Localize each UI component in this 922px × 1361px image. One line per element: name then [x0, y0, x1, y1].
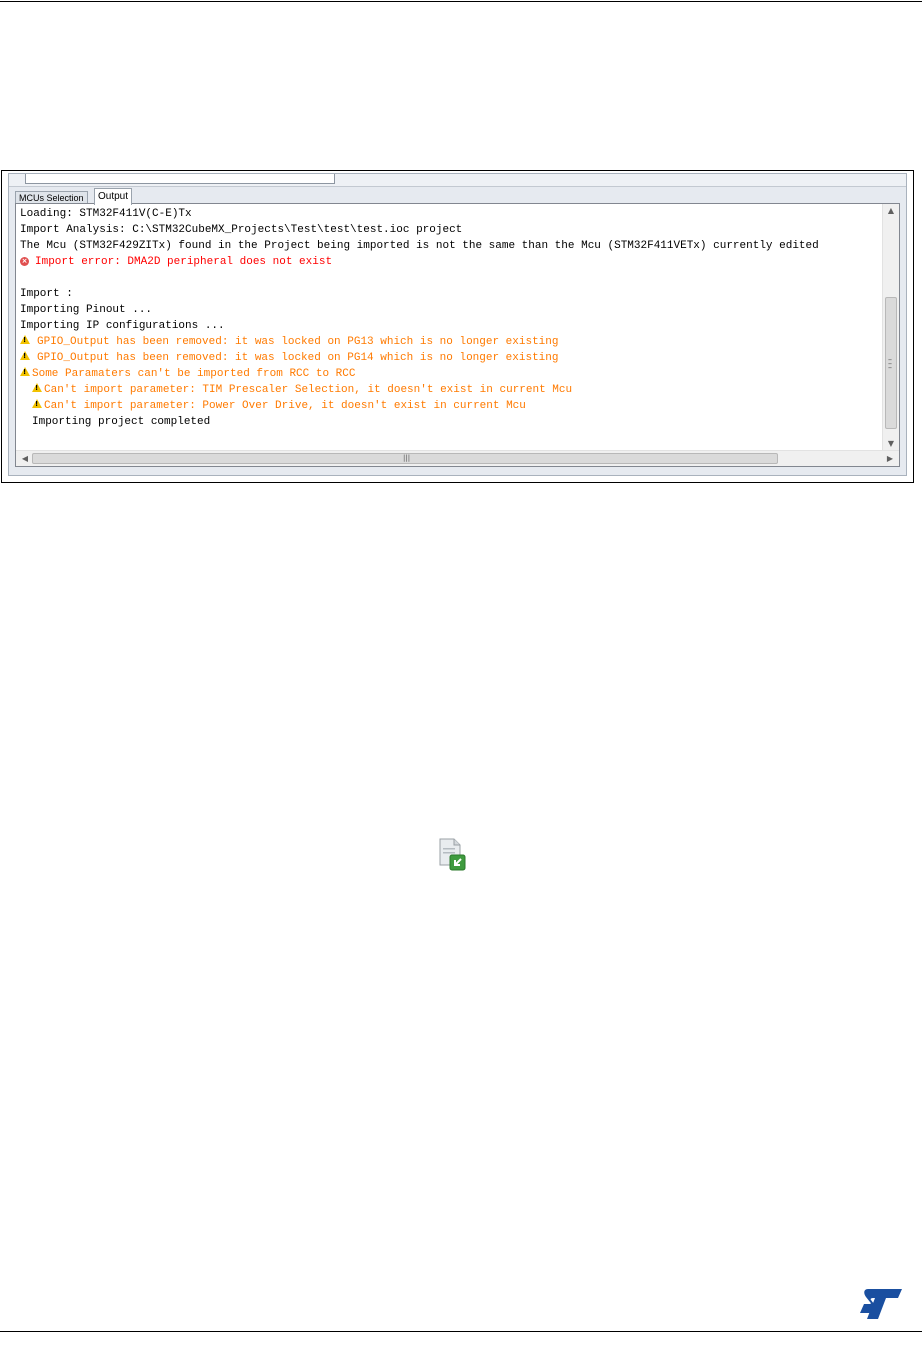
warning-icon: [20, 335, 30, 344]
output-window: MCUs Selection Output Loading: STM32F411…: [8, 173, 907, 476]
log-line-text: Import :: [20, 288, 73, 300]
log-line: Import :: [16, 286, 882, 302]
grip-icon: – – –: [888, 355, 892, 372]
output-log: Loading: STM32F411V(C-E)Tx Import Analysi…: [16, 204, 882, 451]
scroll-right-icon[interactable]: ▶: [883, 451, 897, 466]
warning-icon: [32, 399, 42, 408]
scroll-down-icon[interactable]: ▼: [883, 437, 899, 451]
log-line: Importing Pinout ...: [16, 302, 882, 318]
log-line-text: The Mcu (STM32F429ZITx) found in the Pro…: [20, 240, 819, 252]
log-line-text: GPIO_Output has been removed: it was loc…: [37, 336, 559, 348]
log-line: Loading: STM32F411V(C-E)Tx: [16, 206, 882, 222]
log-line: The Mcu (STM32F429ZITx) found in the Pro…: [16, 238, 882, 254]
log-line-text: Can't import parameter: TIM Prescaler Se…: [44, 384, 573, 396]
log-line-text: Import error: DMA2D peripheral does not …: [35, 256, 333, 268]
grip-icon: |||: [403, 454, 411, 462]
top-panel-strip: [9, 174, 906, 187]
truncated-field: [25, 174, 335, 184]
tab-bar: MCUs Selection Output: [9, 187, 906, 205]
log-line: × Import error: DMA2D peripheral does not…: [16, 254, 882, 270]
warning-icon: [20, 367, 30, 376]
output-panel: Loading: STM32F411V(C-E)Tx Import Analysi…: [15, 203, 900, 467]
log-line: Can't import parameter: TIM Prescaler Se…: [16, 382, 882, 398]
log-line-text: Importing IP configurations ...: [20, 320, 225, 332]
warning-icon: [32, 383, 42, 392]
warning-icon: [20, 351, 30, 360]
log-line-text: Import Analysis: C:\STM32CubeMX_Projects…: [20, 224, 463, 236]
scroll-left-icon[interactable]: ◀: [18, 451, 32, 466]
log-line: Some Paramaters can't be imported from R…: [16, 366, 882, 382]
vertical-scroll-thumb[interactable]: – – –: [885, 297, 897, 429]
scroll-up-icon[interactable]: ▲: [883, 204, 899, 218]
log-line-text: Can't import parameter: Power Over Drive…: [44, 400, 526, 412]
import-file-icon: [439, 838, 466, 871]
log-line: Importing project completed: [16, 414, 882, 430]
tab-output[interactable]: Output: [94, 188, 133, 205]
log-line-text: GPIO_Output has been removed: it was loc…: [37, 352, 559, 364]
screenshot-frame: MCUs Selection Output Loading: STM32F411…: [1, 170, 914, 483]
log-line: GPIO_Output has been removed: it was loc…: [16, 350, 882, 366]
log-line-text: Importing Pinout ...: [20, 304, 153, 316]
footer-rule: [0, 1331, 922, 1332]
log-line-text: Loading: STM32F411V(C-E)Tx: [20, 208, 192, 220]
error-icon: ×: [20, 257, 29, 266]
vertical-scrollbar[interactable]: ▲ – – – ▼: [882, 204, 899, 451]
log-line: Can't import parameter: Power Over Drive…: [16, 398, 882, 414]
horizontal-scrollbar[interactable]: ◀ ||| ▶: [16, 450, 899, 466]
log-line-text: Importing project completed: [32, 416, 211, 428]
header-rule: [0, 1, 922, 2]
horizontal-scroll-thumb[interactable]: |||: [32, 453, 778, 464]
log-line: Importing IP configurations ...: [16, 318, 882, 334]
log-line: Import Analysis: C:\STM32CubeMX_Projects…: [16, 222, 882, 238]
st-logo: [860, 1289, 902, 1319]
log-line: GPIO_Output has been removed: it was loc…: [16, 334, 882, 350]
log-line-text: Some Paramaters can't be imported from R…: [32, 368, 356, 380]
